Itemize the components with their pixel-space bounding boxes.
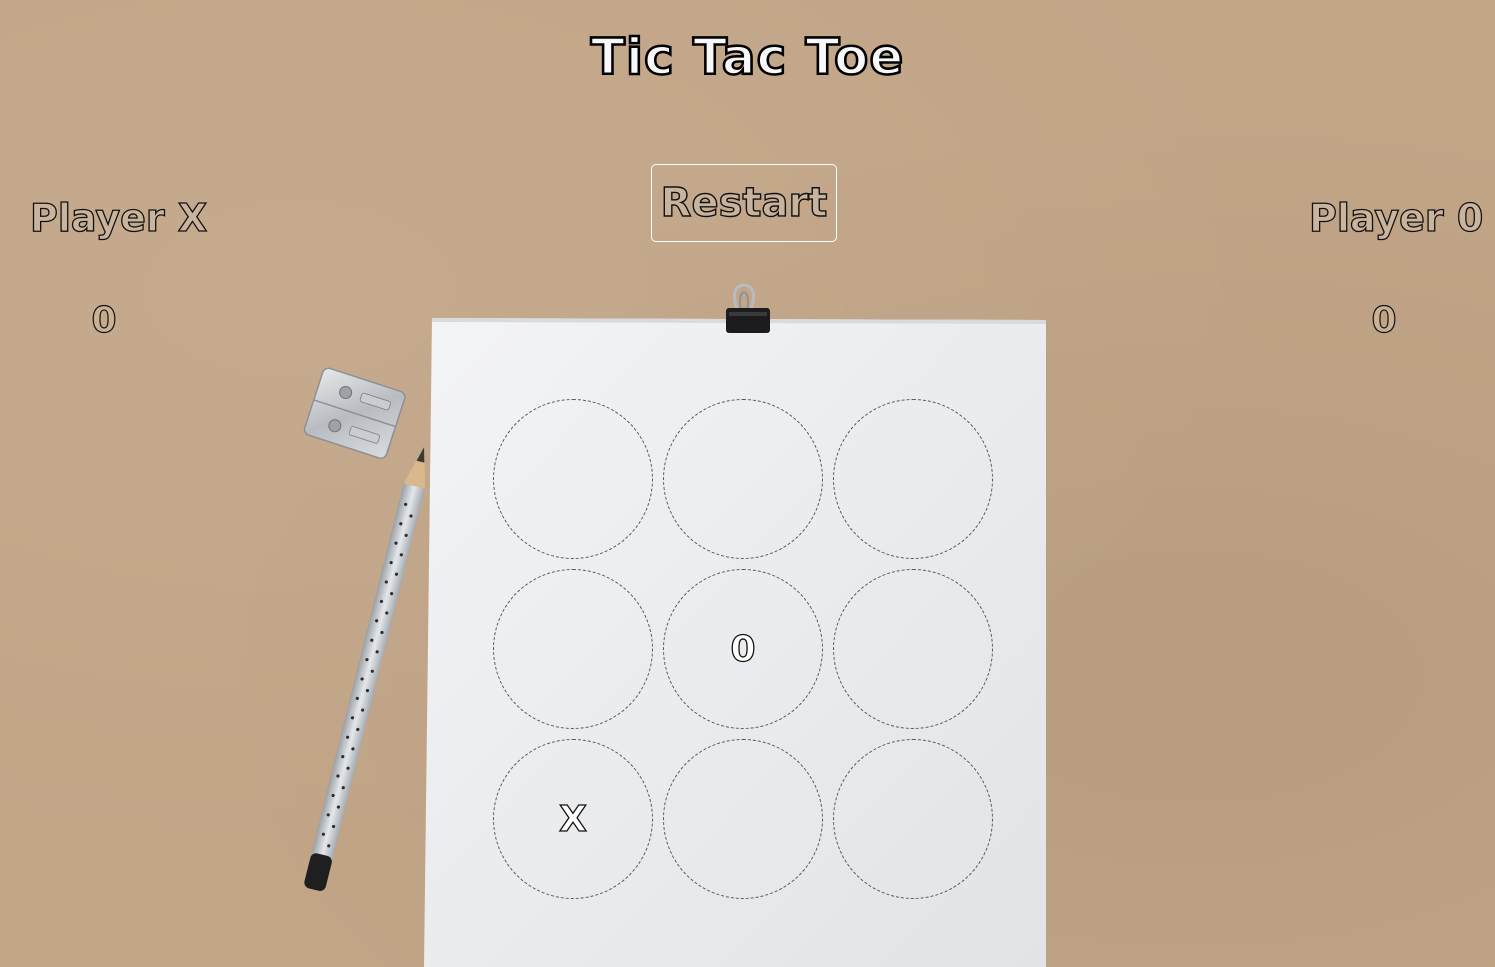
player-x-label: Player X <box>29 195 208 240</box>
board-cell-2[interactable] <box>663 399 823 559</box>
binder-clip <box>726 283 770 333</box>
board-cell-3[interactable] <box>833 399 993 559</box>
player-o-score: 0 <box>1371 299 1397 341</box>
player-o-label: Player 0 <box>1308 195 1484 240</box>
board-cell-1[interactable] <box>493 399 653 559</box>
board-cell-4[interactable] <box>493 569 653 729</box>
pencil <box>304 447 426 891</box>
board-cell-5[interactable]: 0 <box>663 569 823 729</box>
pencil-sharpener <box>303 367 406 460</box>
board-cell-8[interactable] <box>663 739 823 899</box>
board-cell-6[interactable] <box>833 569 993 729</box>
board-cell-7[interactable]: X <box>493 739 653 899</box>
restart-button[interactable]: Restart <box>651 164 837 242</box>
player-x-score: 0 <box>91 299 117 341</box>
game-title: Tic Tac Toe <box>589 27 905 88</box>
board-cell-9[interactable] <box>833 739 993 899</box>
